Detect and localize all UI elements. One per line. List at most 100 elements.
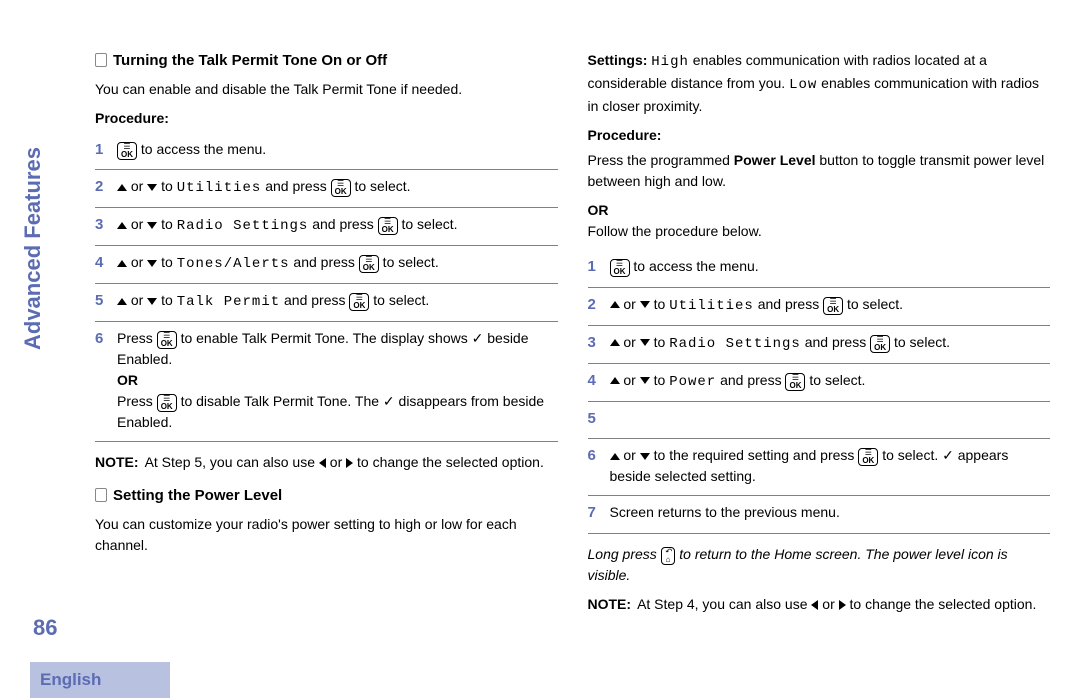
menu-item: Utilities: [177, 180, 262, 196]
heading-2: Setting the Power Level: [95, 485, 558, 508]
step-text: or to Radio Settings and press ☰OK to se…: [610, 332, 1051, 355]
step-text: Press ☰OK to enable Talk Permit Tone. Th…: [117, 328, 558, 433]
language-label: English: [40, 670, 101, 690]
content-columns: Turning the Talk Permit Tone On or Off Y…: [95, 50, 1050, 627]
menu-item: Power: [669, 374, 716, 390]
step-text: ☰OK to access the menu.: [117, 139, 558, 162]
step-row: 1 ☰OK to access the menu.: [95, 133, 558, 171]
up-arrow-icon: [117, 298, 127, 305]
up-arrow-icon: [610, 301, 620, 308]
power-level-label: Power Level: [734, 152, 816, 168]
step-number: 4: [95, 252, 117, 275]
down-arrow-icon: [640, 453, 650, 460]
up-arrow-icon: [117, 222, 127, 229]
step-row: 4 or to Power and press ☰OK to select.: [588, 364, 1051, 402]
intro-2: You can customize your radio's power set…: [95, 514, 558, 556]
left-column: Turning the Talk Permit Tone On or Off Y…: [95, 50, 558, 627]
step-row: 6 or to the required setting and press ☰…: [588, 439, 1051, 496]
down-arrow-icon: [147, 260, 157, 267]
setting-high: High: [651, 54, 689, 70]
or-label: OR: [588, 200, 1051, 221]
ok-key-icon: ☰OK: [378, 217, 398, 235]
step-row: 3 or to Radio Settings and press ☰OK to …: [588, 326, 1051, 364]
note-text: At Step 4, you can also use or to change…: [637, 594, 1036, 615]
step-row: 5 or to Talk Permit and press ☰OK to sel…: [95, 284, 558, 322]
menu-item: Tones/Alerts: [177, 256, 290, 272]
ok-key-icon: ☰OK: [349, 293, 369, 311]
page-number: 86: [33, 615, 57, 641]
heading-marker-icon: [95, 488, 107, 502]
ok-key-icon: ☰OK: [157, 394, 177, 412]
right-arrow-icon: [839, 600, 846, 610]
step-number: 1: [95, 139, 117, 162]
step-text: or to Utilities and press ☰OK to select.: [610, 294, 1051, 317]
menu-item: Utilities: [669, 298, 754, 314]
menu-item: Talk Permit: [177, 294, 280, 310]
step-number: 5: [588, 408, 610, 431]
step-number: 7: [588, 502, 610, 525]
ok-key-icon: ☰OK: [359, 255, 379, 273]
section-label: Advanced Features: [20, 147, 45, 350]
settings-desc: Settings: High enables communication wit…: [588, 50, 1051, 117]
ok-key-icon: ☰OK: [117, 142, 137, 160]
up-arrow-icon: [117, 260, 127, 267]
down-arrow-icon: [147, 222, 157, 229]
step-text: ☰OK to access the menu.: [610, 256, 1051, 279]
steps-right: 1 ☰OK to access the menu. 2 or to Utilit…: [588, 250, 1051, 534]
note-block: NOTE: At Step 4, you can also use or to …: [588, 594, 1051, 615]
procedure-label-right: Procedure:: [588, 125, 1051, 146]
right-column: Settings: High enables communication wit…: [588, 50, 1051, 627]
step-row: 6 Press ☰OK to enable Talk Permit Tone. …: [95, 322, 558, 442]
left-arrow-icon: [319, 458, 326, 468]
step-row: 7 Screen returns to the previous menu.: [588, 496, 1051, 534]
steps-left: 1 ☰OK to access the menu. 2 or to Utilit…: [95, 133, 558, 443]
settings-label: Settings:: [588, 52, 652, 68]
step-row: 3 or to Radio Settings and press ☰OK to …: [95, 208, 558, 246]
step-text: or to Tones/Alerts and press ☰OK to sele…: [117, 252, 558, 275]
step-number: 2: [588, 294, 610, 317]
step-number: 3: [95, 214, 117, 237]
step-number: 6: [95, 328, 117, 433]
pre-procedure: Press the programmed Power Level button …: [588, 150, 1051, 192]
down-arrow-icon: [147, 184, 157, 191]
step-row: 1 ☰OK to access the menu.: [588, 250, 1051, 288]
down-arrow-icon: [640, 301, 650, 308]
language-tab: English: [30, 662, 170, 698]
step-text: or to Utilities and press ☰OK to select.: [117, 176, 558, 199]
step-number: 6: [588, 445, 610, 487]
up-arrow-icon: [610, 453, 620, 460]
up-arrow-icon: [610, 339, 620, 346]
step-row: 2 or to Utilities and press ☰OK to selec…: [95, 170, 558, 208]
step-text: [610, 408, 1051, 431]
step-text: Screen returns to the previous menu.: [610, 502, 1051, 525]
menu-item: Radio Settings: [177, 218, 309, 234]
ok-key-icon: ☰OK: [610, 259, 630, 277]
ok-key-icon: ☰OK: [785, 373, 805, 391]
step-row: 4 or to Tones/Alerts and press ☰OK to se…: [95, 246, 558, 284]
up-arrow-icon: [117, 184, 127, 191]
step-row: 2 or to Utilities and press ☰OK to selec…: [588, 288, 1051, 326]
down-arrow-icon: [147, 298, 157, 305]
setting-low: Low: [789, 77, 817, 93]
note-block: NOTE: At Step 5, you can also use or to …: [95, 452, 558, 473]
note-label: NOTE:: [588, 594, 632, 615]
menu-item: Radio Settings: [669, 336, 801, 352]
step-number: 1: [588, 256, 610, 279]
up-arrow-icon: [610, 377, 620, 384]
pre-follow: Follow the procedure below.: [588, 221, 1051, 242]
down-arrow-icon: [640, 377, 650, 384]
note-label: NOTE:: [95, 452, 139, 473]
ok-key-icon: ☰OK: [157, 331, 177, 349]
step-text: or to Radio Settings and press ☰OK to se…: [117, 214, 558, 237]
note-text: At Step 5, you can also use or to change…: [145, 452, 544, 473]
ok-key-icon: ☰OK: [331, 179, 351, 197]
heading-2-text: Setting the Power Level: [113, 487, 282, 504]
or-label: OR: [117, 372, 138, 388]
procedure-label-left: Procedure:: [95, 108, 558, 129]
intro-1: You can enable and disable the Talk Perm…: [95, 79, 558, 100]
ok-key-icon: ☰OK: [858, 448, 878, 466]
step-text: or to the required setting and press ☰OK…: [610, 445, 1051, 487]
down-arrow-icon: [640, 339, 650, 346]
back-key-icon: ↶⌂: [661, 547, 676, 565]
step-number: 2: [95, 176, 117, 199]
